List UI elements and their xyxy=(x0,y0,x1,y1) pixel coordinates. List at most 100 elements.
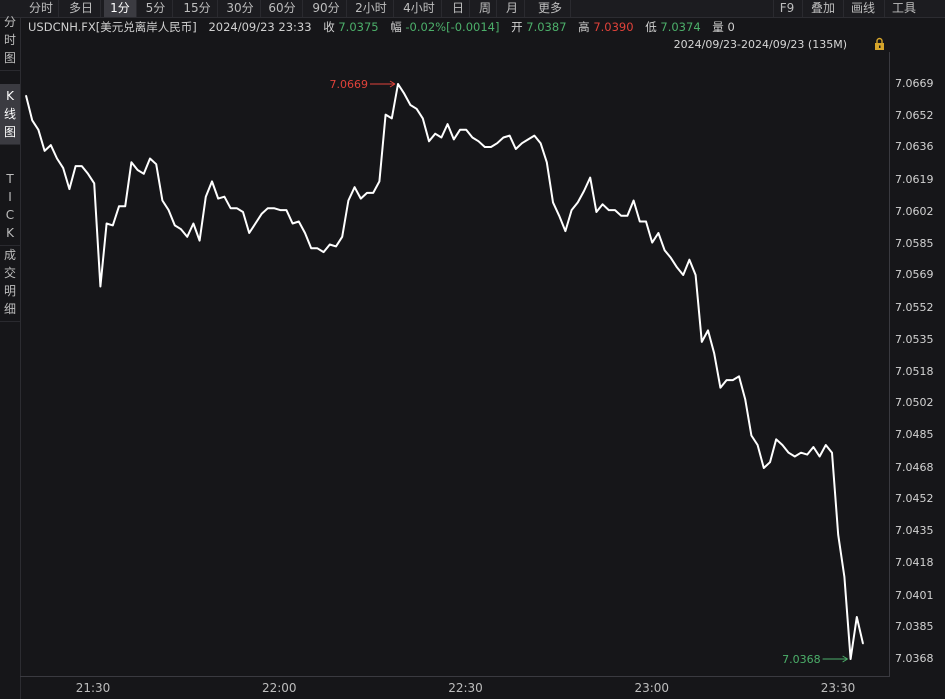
price-point xyxy=(657,232,660,234)
price-point xyxy=(99,285,101,288)
price-point xyxy=(372,192,374,194)
price-point xyxy=(775,438,777,440)
price-point xyxy=(385,113,387,116)
price-point xyxy=(242,211,244,213)
price-point xyxy=(304,232,306,234)
price-point xyxy=(695,274,697,276)
price-point xyxy=(781,444,784,446)
price-point xyxy=(707,329,709,332)
price-point xyxy=(639,220,641,223)
price-point xyxy=(583,190,585,192)
price-point xyxy=(211,180,213,183)
price-point xyxy=(837,534,839,536)
price-point xyxy=(31,119,33,121)
max-price-annotation: 7.0669 xyxy=(330,78,396,91)
price-point xyxy=(254,222,256,225)
price-point xyxy=(633,199,635,202)
price-point xyxy=(465,129,467,131)
min-price-label: 7.0368 xyxy=(782,653,821,666)
price-point xyxy=(763,467,765,469)
price-point xyxy=(248,232,250,234)
price-point xyxy=(589,177,591,179)
price-point xyxy=(788,452,790,454)
price-point xyxy=(422,117,424,119)
price-point xyxy=(50,144,52,146)
price-point xyxy=(68,188,70,190)
price-point xyxy=(459,129,461,131)
price-point xyxy=(143,173,145,175)
price-point xyxy=(75,165,77,167)
price-point xyxy=(496,142,498,144)
price-point xyxy=(608,209,610,211)
price-point xyxy=(484,146,486,148)
price-point xyxy=(118,205,120,207)
price-point xyxy=(732,379,734,381)
price-point xyxy=(626,215,629,217)
price-point xyxy=(688,259,691,261)
price-point xyxy=(825,444,827,446)
price-point xyxy=(428,140,430,142)
price-point xyxy=(769,461,771,463)
price-point xyxy=(409,104,411,106)
price-point xyxy=(478,140,480,142)
price-point xyxy=(806,453,808,456)
price-point xyxy=(527,138,529,140)
price-point xyxy=(571,209,573,211)
price-point xyxy=(750,434,753,437)
price-point xyxy=(682,274,684,276)
price-point xyxy=(453,138,455,140)
price-point xyxy=(391,117,393,119)
price-point xyxy=(223,196,225,198)
price-point xyxy=(645,220,647,223)
price-point xyxy=(701,341,703,343)
price-point xyxy=(521,142,523,144)
price-chart[interactable]: 7.0669 7.0368 xyxy=(0,0,945,699)
price-point xyxy=(56,157,58,160)
price-point xyxy=(124,205,126,207)
price-point xyxy=(93,182,95,184)
price-point xyxy=(199,240,201,242)
price-point xyxy=(205,196,207,198)
price-point xyxy=(174,224,176,226)
price-point xyxy=(862,643,864,645)
max-price-label: 7.0669 xyxy=(330,78,369,91)
price-point xyxy=(744,398,746,400)
price-point xyxy=(378,180,380,183)
price-point xyxy=(106,222,108,225)
price-point xyxy=(614,209,616,211)
price-point xyxy=(341,236,343,238)
price-point xyxy=(738,375,740,377)
price-point xyxy=(62,167,64,169)
price-point xyxy=(130,161,132,163)
price-point xyxy=(602,203,604,205)
price-point xyxy=(397,83,399,85)
price-point xyxy=(366,192,368,194)
price-point xyxy=(664,249,666,251)
price-point xyxy=(800,452,802,454)
price-point xyxy=(329,243,331,246)
price-point xyxy=(812,446,815,448)
price-point xyxy=(540,142,542,144)
price-point xyxy=(850,658,852,660)
price-point xyxy=(757,444,759,446)
price-point xyxy=(87,173,89,175)
price-point xyxy=(564,230,567,232)
price-point xyxy=(155,163,157,165)
price-point xyxy=(292,222,294,225)
price-point xyxy=(843,576,846,578)
price-point xyxy=(230,207,232,209)
price-point xyxy=(447,123,449,125)
price-point xyxy=(347,199,349,202)
price-point xyxy=(112,224,114,226)
price-point xyxy=(416,108,418,110)
price-point xyxy=(552,201,554,204)
price-point xyxy=(490,146,492,148)
price-point xyxy=(298,220,300,223)
price-point xyxy=(261,213,263,215)
price-point xyxy=(354,186,356,188)
price-point xyxy=(137,169,139,171)
price-point xyxy=(515,148,517,150)
price-point xyxy=(819,455,821,458)
price-point xyxy=(546,161,548,163)
price-point xyxy=(335,245,337,247)
